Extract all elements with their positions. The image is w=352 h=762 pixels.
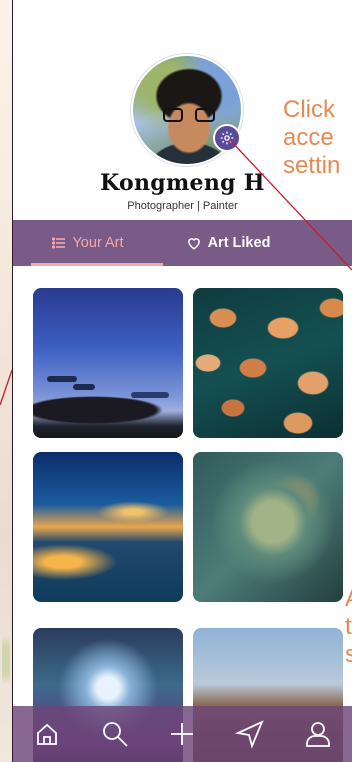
annotation-line: A	[345, 585, 352, 613]
annotation-line: t	[345, 613, 352, 640]
annotation-line: acce	[283, 124, 334, 151]
annotation-callout-bottom: A t s	[345, 585, 352, 669]
annotation-line: settin	[283, 152, 341, 179]
annotation-line: s	[345, 641, 352, 668]
annotation-line: Click	[283, 96, 335, 123]
annotation-callout-top: Click acce settin	[283, 96, 352, 180]
